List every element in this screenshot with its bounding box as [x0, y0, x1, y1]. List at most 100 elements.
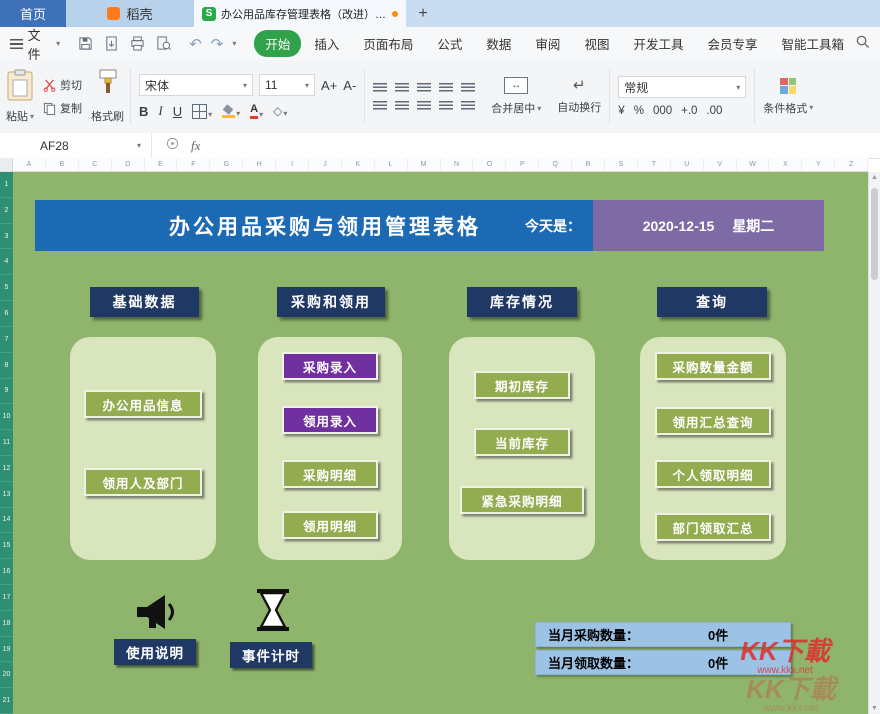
conditional-format-button[interactable]: 条件格式▾ [755, 60, 821, 133]
currency-button[interactable]: ¥ [618, 105, 624, 117]
row-header[interactable]: 17 [0, 585, 13, 611]
sheet-canvas[interactable]: 办公用品采购与领用管理表格 今天是： 2020-12-15 星期二 基础数据 采… [13, 172, 868, 714]
export-button[interactable] [104, 36, 119, 51]
align-middle-icon[interactable] [395, 83, 409, 93]
button-requisition-entry[interactable]: 领用录入 [282, 406, 378, 434]
row-header[interactable]: 19 [0, 637, 13, 663]
align-bottom-icon[interactable] [417, 83, 431, 93]
paste-button[interactable]: 粘贴▾ [6, 67, 34, 126]
row-header[interactable]: 1 [0, 172, 13, 198]
italic-button[interactable]: I [158, 103, 162, 119]
row-header[interactable]: 11 [0, 430, 13, 456]
column-header[interactable]: J [309, 158, 342, 171]
row-header[interactable]: 6 [0, 301, 13, 327]
align-top-icon[interactable] [373, 83, 387, 93]
merge-center-button[interactable]: ↔ 合并居中▾ [483, 60, 549, 133]
increase-decimal-button[interactable]: +.0 [681, 105, 697, 117]
align-right-icon[interactable] [417, 101, 431, 111]
column-header[interactable]: B [46, 158, 79, 171]
insert-function-button[interactable]: fx [191, 138, 200, 154]
align-left-icon[interactable] [373, 101, 387, 111]
row-header[interactable]: 2 [0, 198, 13, 224]
fill-color-button[interactable]: ▾ [222, 105, 240, 118]
percent-button[interactable]: % [634, 105, 644, 117]
cut-button[interactable]: 剪切 [43, 77, 82, 93]
button-requisitioner-department[interactable]: 领用人及部门 [84, 468, 202, 496]
button-purchase-qty-amount[interactable]: 采购数量金额 [655, 352, 771, 380]
new-tab-button[interactable]: + [406, 0, 440, 27]
file-menu-button[interactable]: 文件 ▾ [0, 25, 70, 63]
column-header[interactable]: Q [539, 158, 572, 171]
column-header[interactable]: C [79, 158, 112, 171]
font-color-button[interactable]: A▾ [250, 103, 263, 118]
row-header[interactable]: 8 [0, 353, 13, 379]
print-preview-button[interactable] [156, 36, 171, 51]
decrease-indent-icon[interactable] [439, 83, 453, 93]
column-header[interactable]: A [13, 158, 46, 171]
row-header[interactable]: 10 [0, 404, 13, 430]
button-purchase-entry[interactable]: 采购录入 [282, 352, 378, 380]
column-header[interactable]: W [737, 158, 770, 171]
bold-button[interactable]: B [139, 104, 148, 119]
column-header[interactable]: U [671, 158, 704, 171]
ribbon-tab-smart-toolbox[interactable]: 智能工具箱 [770, 30, 855, 57]
column-header[interactable]: O [473, 158, 506, 171]
column-header[interactable]: P [506, 158, 539, 171]
column-header[interactable]: M [408, 158, 441, 171]
row-header[interactable]: 18 [0, 611, 13, 637]
print-button[interactable] [130, 36, 145, 51]
document-tab-active[interactable]: S 办公用品库存管理表格（改进）.xlsx [194, 0, 406, 27]
usage-instructions-button[interactable]: 使用说明 [114, 639, 196, 665]
font-size-select[interactable]: 11 ▾ [259, 74, 315, 96]
lookup-button[interactable] [166, 137, 179, 155]
column-header[interactable]: K [342, 158, 375, 171]
column-header[interactable]: N [441, 158, 474, 171]
section-purchase-requisition[interactable]: 采购和领用 [277, 287, 385, 317]
distribute-icon[interactable] [461, 101, 475, 111]
search-button[interactable] [855, 34, 870, 54]
section-inventory[interactable]: 库存情况 [467, 287, 577, 317]
ribbon-tab-insert[interactable]: 插入 [303, 30, 350, 57]
formula-input[interactable] [214, 133, 880, 158]
row-header[interactable]: 7 [0, 327, 13, 353]
row-header[interactable]: 21 [0, 688, 13, 714]
copy-button[interactable]: 复制 [43, 100, 82, 116]
event-timer-button[interactable]: 事件计时 [230, 642, 312, 668]
justify-icon[interactable] [439, 101, 453, 111]
ribbon-tab-data[interactable]: 数据 [475, 30, 522, 57]
select-all-corner[interactable] [0, 158, 13, 172]
number-format-select[interactable]: 常规 ▾ [618, 76, 746, 98]
button-department-pickup-summary[interactable]: 部门领取汇总 [655, 513, 771, 541]
decrease-decimal-button[interactable]: .00 [706, 105, 722, 117]
column-header[interactable]: V [704, 158, 737, 171]
ribbon-tab-view[interactable]: 视图 [573, 30, 620, 57]
borders-button[interactable]: ▾ [192, 104, 212, 119]
scrollbar-thumb[interactable] [871, 188, 878, 280]
column-header[interactable]: F [177, 158, 210, 171]
column-header[interactable]: R [572, 158, 605, 171]
vertical-scrollbar[interactable]: ▲ ▼ [868, 172, 880, 714]
increase-indent-icon[interactable] [461, 83, 475, 93]
column-header[interactable]: S [605, 158, 638, 171]
row-header[interactable]: 15 [0, 533, 13, 559]
column-header[interactable]: D [112, 158, 145, 171]
column-header[interactable]: Z [835, 158, 868, 171]
ribbon-tab-review[interactable]: 审阅 [524, 30, 571, 57]
button-personal-pickup-detail[interactable]: 个人领取明细 [655, 460, 771, 488]
name-box[interactable]: AF28 ▾ [0, 133, 152, 158]
section-basic-data[interactable]: 基础数据 [90, 287, 199, 317]
align-center-icon[interactable] [395, 101, 409, 111]
row-header[interactable]: 12 [0, 456, 13, 482]
undo-button[interactable]: ↶ [189, 35, 202, 53]
redo-button[interactable]: ↷ [211, 35, 224, 53]
column-header[interactable]: L [375, 158, 408, 171]
row-header[interactable]: 14 [0, 508, 13, 534]
ribbon-tab-formulas[interactable]: 公式 [426, 30, 473, 57]
scroll-down-icon[interactable]: ▼ [869, 705, 880, 712]
ribbon-tab-developer[interactable]: 开发工具 [622, 30, 694, 57]
button-current-inventory[interactable]: 当前库存 [474, 428, 570, 456]
button-purchase-detail[interactable]: 采购明细 [282, 460, 378, 488]
increase-font-button[interactable]: A+ [321, 78, 337, 93]
row-header[interactable]: 16 [0, 559, 13, 585]
format-painter-button[interactable]: 格式刷 [91, 67, 124, 126]
